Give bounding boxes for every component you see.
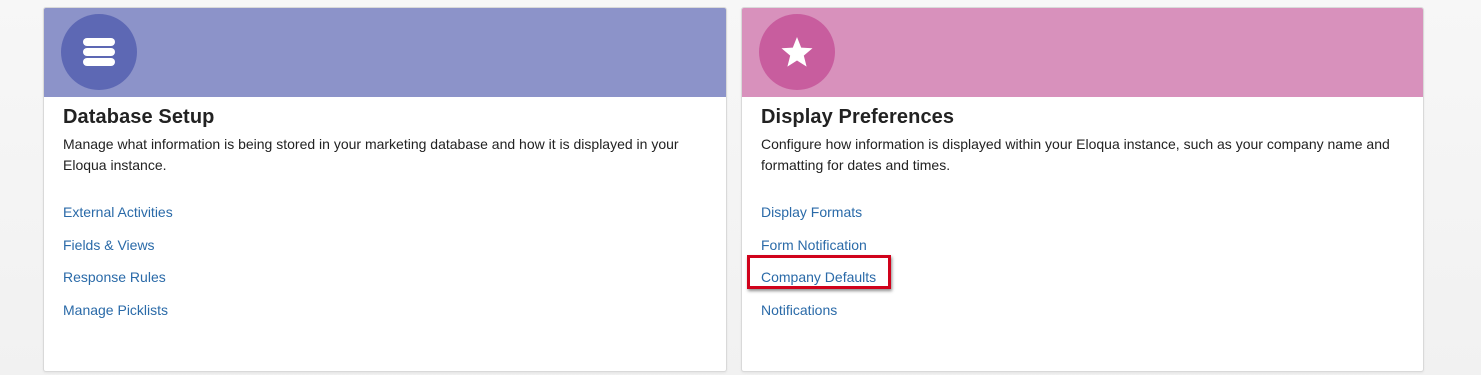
notifications-link[interactable]: Notifications [761, 302, 837, 318]
list-item: Form Notification [761, 235, 876, 268]
response-rules-link[interactable]: Response Rules [63, 269, 166, 285]
card-header [44, 8, 726, 97]
card-description: Configure how information is displayed w… [761, 136, 1390, 173]
list-item: Manage Picklists [63, 300, 173, 333]
display-preferences-card: Display Preferences Configure how inform… [741, 7, 1424, 372]
card-title: Database Setup [63, 106, 215, 128]
settings-page: Database Setup Manage what information i… [0, 0, 1481, 375]
company-defaults-link[interactable]: Company Defaults [761, 269, 876, 285]
external-activities-link[interactable]: External Activities [63, 204, 173, 220]
star-icon [759, 14, 835, 90]
list-item: Response Rules [63, 267, 173, 300]
list-item: Notifications [761, 300, 876, 333]
database-setup-card: Database Setup Manage what information i… [43, 7, 727, 372]
list-item: Display Formats [761, 202, 876, 235]
card-title: Display Preferences [761, 106, 955, 128]
card-description: Manage what information is being stored … [63, 136, 679, 173]
link-list: External Activities Fields & Views Respo… [63, 202, 173, 332]
form-notification-link[interactable]: Form Notification [761, 237, 867, 253]
fields-views-link[interactable]: Fields & Views [63, 237, 155, 253]
database-icon [61, 14, 137, 90]
list-item: Fields & Views [63, 235, 173, 268]
list-item: External Activities [63, 202, 173, 235]
manage-picklists-link[interactable]: Manage Picklists [63, 302, 168, 318]
link-list: Display Formats Form Notification Compan… [747, 202, 891, 333]
list-item: Company Defaults [747, 255, 891, 300]
display-formats-link[interactable]: Display Formats [761, 204, 862, 220]
card-header [742, 8, 1423, 97]
